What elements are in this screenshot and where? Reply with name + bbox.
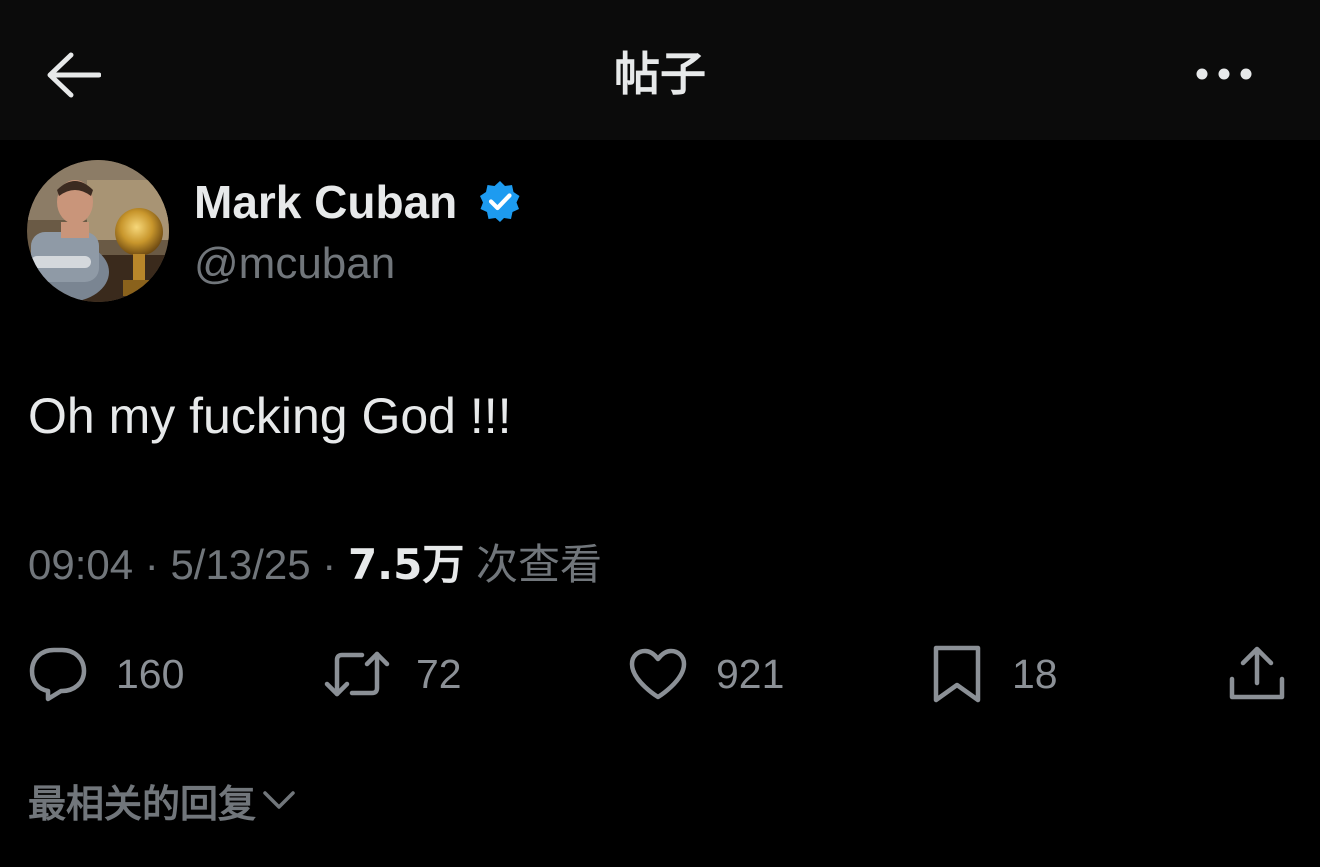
heart-icon	[629, 648, 687, 700]
share-button[interactable]	[1226, 642, 1288, 706]
avatar-image	[27, 160, 169, 302]
verified-badge-icon	[480, 181, 520, 222]
retweet-count: 72	[416, 651, 462, 697]
tweet-text: Oh my fucking God !!!	[28, 388, 512, 444]
top-bar: 帖子	[0, 0, 1320, 140]
tweet-metadata: 09:04 · 5/13/25 · 7.5万 次查看	[28, 536, 602, 594]
reply-icon	[29, 647, 87, 702]
tweet-time[interactable]: 09:04	[28, 541, 133, 588]
chevron-down-icon	[263, 791, 295, 809]
author-handle[interactable]: @mcuban	[194, 234, 395, 294]
bookmark-icon	[933, 645, 981, 703]
avatar[interactable]	[27, 160, 169, 302]
tweet-date[interactable]: 5/13/25	[170, 541, 310, 588]
like-button[interactable]: 921	[628, 642, 784, 706]
more-options-button[interactable]	[1188, 44, 1260, 104]
meta-separator: ·	[144, 541, 159, 588]
meta-separator: ·	[322, 541, 337, 588]
share-icon	[1229, 646, 1285, 700]
retweet-icon	[324, 651, 390, 697]
page-title: 帖子	[614, 47, 706, 101]
replies-sort-dropdown[interactable]: 最相关的回复	[28, 770, 296, 830]
reply-count: 160	[116, 651, 185, 697]
retweet-button[interactable]: 72	[324, 642, 462, 706]
like-count: 921	[716, 651, 785, 697]
author-display-name[interactable]: Mark Cuban	[194, 172, 457, 232]
reply-button[interactable]: 160	[28, 642, 184, 706]
more-horizontal-icon	[1196, 68, 1252, 80]
views-count[interactable]: 7.5万	[348, 540, 464, 589]
replies-sort-label: 最相关的回复	[28, 781, 257, 826]
bookmark-button[interactable]: 18	[930, 642, 1058, 706]
views-label: 次查看	[476, 540, 603, 589]
bookmark-count: 18	[1012, 651, 1058, 697]
